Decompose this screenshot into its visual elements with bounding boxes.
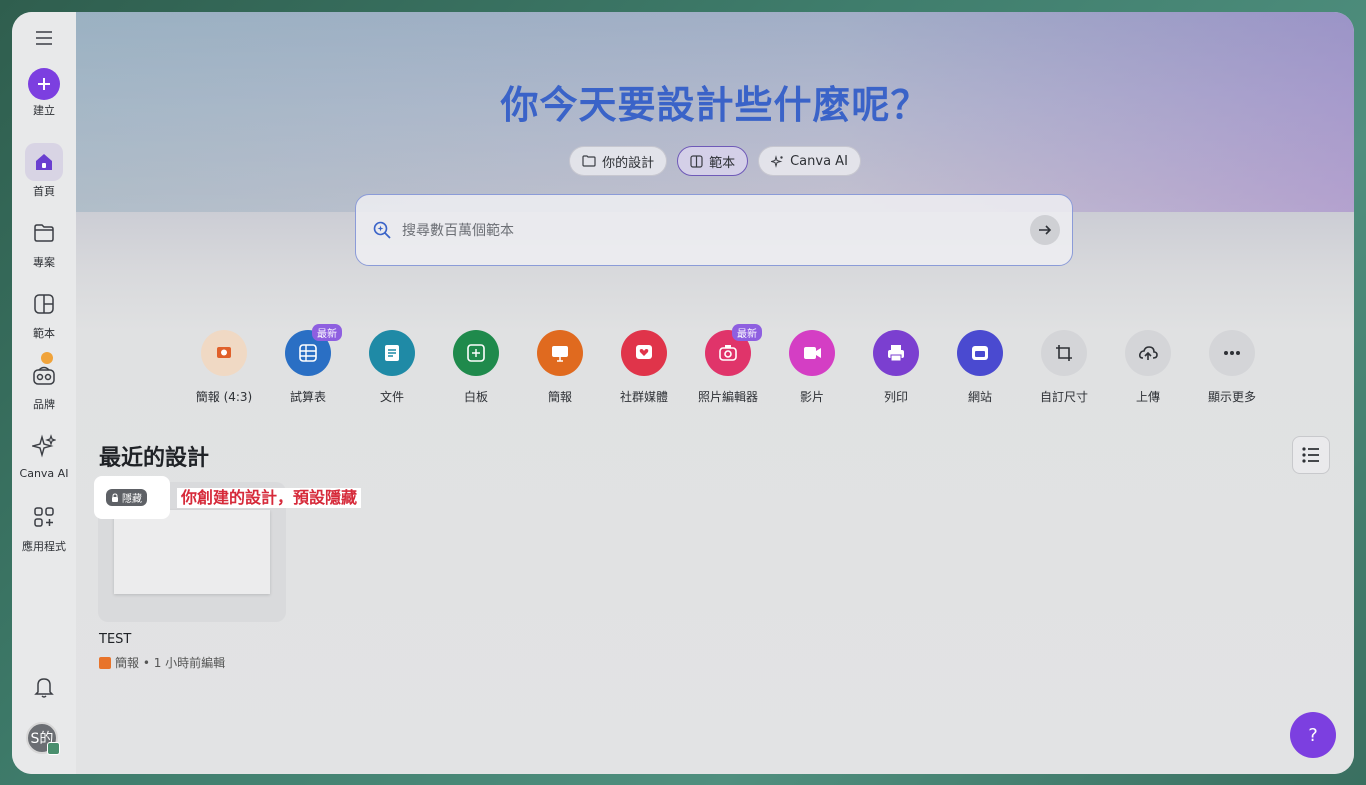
hamburger-icon [36, 31, 52, 45]
design-card-meta: 簡報 • 1 小時前編輯 [99, 654, 225, 671]
list-view-button[interactable] [1292, 436, 1330, 474]
plus-icon [28, 68, 60, 100]
search-mode-tabs: 你的設計 範本 Canva AI [76, 146, 1354, 176]
website-icon [957, 330, 1003, 376]
design-type-11[interactable]: 上傳 [1106, 330, 1190, 405]
tab-canva-ai[interactable]: Canva AI [758, 146, 861, 176]
design-type-4[interactable]: 簡報 [518, 330, 602, 405]
presentation-icon [201, 330, 247, 376]
more-icon [1209, 330, 1255, 376]
home-icon [25, 143, 63, 181]
design-type-label: 社群媒體 [619, 390, 668, 404]
design-type-1[interactable]: 最新試算表 [266, 324, 350, 405]
hidden-tag-highlight: 隱藏 [94, 476, 170, 519]
app-window: 建立 首頁 專案 範本 品牌 Canva AI 應用程式 S的 你今天要設計些什… [12, 12, 1354, 774]
design-card-title[interactable]: TEST [99, 632, 131, 647]
sidebar-item-apps[interactable]: 應用程式 [12, 498, 76, 554]
list-icon [1302, 447, 1319, 463]
arrow-right-icon [1039, 225, 1052, 235]
template-icon [25, 285, 63, 323]
design-type-label: 自訂尺寸 [1039, 390, 1088, 404]
sidebar-item-create[interactable]: 建立 [12, 68, 76, 118]
search-ai-icon [373, 221, 391, 239]
design-type-0[interactable]: 簡報 (4:3) [182, 330, 266, 405]
help-button[interactable]: ? [1290, 712, 1336, 758]
sidebar-item-label: 專案 [33, 256, 55, 269]
section-title-recent: 最近的設計 [99, 446, 210, 471]
design-type-9[interactable]: 網站 [938, 330, 1022, 405]
design-type-label: 文件 [379, 390, 404, 404]
video-icon [789, 330, 835, 376]
resize-icon [1041, 330, 1087, 376]
search-submit-button[interactable] [1030, 215, 1060, 245]
print-icon [873, 330, 919, 376]
annotation-label: 你創建的設計，預設隱藏 [177, 488, 362, 508]
page-title: 你今天要設計些什麼呢？ [500, 83, 930, 127]
design-type-10[interactable]: 自訂尺寸 [1022, 330, 1106, 405]
design-type-5[interactable]: 社群媒體 [602, 330, 686, 405]
design-type-label: 簡報 (4:3) [195, 390, 253, 404]
presentation-icon [99, 656, 111, 669]
design-type-shortcuts: 簡報 (4:3) 最新 試算表 文件 白板 簡報 社群媒體 最新 照片編輯器 影片 列印 網站 自訂尺寸… [182, 324, 1274, 405]
avatar[interactable]: S的 [26, 722, 60, 755]
design-type-label: 上傳 [1135, 390, 1160, 404]
team-badge-icon [47, 742, 60, 755]
heart-icon [621, 330, 667, 376]
sidebar: 建立 首頁 專案 範本 品牌 Canva AI 應用程式 S的 [12, 12, 76, 774]
bell-icon [25, 668, 63, 706]
template-search-box[interactable]: 搜尋數百萬個範本 [355, 194, 1073, 266]
menu-button[interactable] [28, 26, 60, 50]
sidebar-item-home[interactable]: 首頁 [12, 143, 76, 199]
tab-your-designs[interactable]: 你的設計 [569, 146, 668, 176]
notifications-button[interactable] [12, 668, 76, 706]
main-content: 你今天要設計些什麼呢？ 你的設計 範本 Canva AI 搜尋數百萬個範本 簡報… [76, 12, 1354, 774]
design-type-8[interactable]: 列印 [854, 330, 938, 405]
design-type-label: 白板 [463, 390, 488, 404]
sidebar-item-label: 首頁 [33, 185, 55, 198]
apps-icon [25, 498, 63, 536]
design-type-label: 網站 [967, 390, 992, 404]
upload-icon [1125, 330, 1171, 376]
sidebar-item-canva-ai[interactable]: Canva AI [12, 427, 76, 480]
lock-icon [112, 493, 118, 502]
sidebar-item-templates[interactable]: 範本 [12, 285, 76, 341]
presentation-icon [537, 330, 583, 376]
sidebar-item-brand[interactable]: 品牌 [12, 352, 76, 412]
design-type-7[interactable]: 影片 [770, 330, 854, 405]
sidebar-item-label: Canva AI [19, 467, 69, 480]
hidden-badge: 隱藏 [106, 489, 147, 506]
brand-icon [25, 352, 63, 394]
sidebar-item-label: 應用程式 [22, 540, 66, 553]
template-icon [690, 154, 703, 168]
sparkle-icon [25, 427, 63, 465]
design-type-12[interactable]: 顯示更多 [1190, 330, 1274, 405]
folder-icon [582, 155, 596, 167]
sidebar-item-projects[interactable]: 專案 [12, 214, 76, 270]
tab-templates[interactable]: 範本 [677, 146, 749, 176]
new-badge: 最新 [732, 324, 762, 341]
sidebar-item-label: 範本 [33, 327, 55, 340]
sparkle-icon [771, 154, 783, 168]
design-type-label: 列印 [883, 390, 908, 404]
design-type-label: 照片編輯器 [697, 390, 758, 404]
sidebar-item-label: 建立 [33, 104, 55, 117]
folder-icon [25, 214, 63, 252]
sidebar-item-label: 品牌 [33, 398, 55, 411]
design-type-3[interactable]: 白板 [434, 330, 518, 405]
design-type-label: 顯示更多 [1207, 390, 1256, 404]
design-type-label: 簡報 [547, 390, 572, 404]
design-type-6[interactable]: 最新照片編輯器 [686, 324, 770, 405]
design-type-label: 試算表 [289, 390, 326, 404]
design-thumbnail [114, 510, 270, 594]
design-type-2[interactable]: 文件 [350, 330, 434, 405]
whiteboard-icon [453, 330, 499, 376]
search-input[interactable]: 搜尋數百萬個範本 [402, 220, 1030, 240]
doc-icon [369, 330, 415, 376]
new-badge: 最新 [312, 324, 342, 341]
crown-icon [41, 352, 53, 364]
design-type-label: 影片 [799, 390, 824, 404]
